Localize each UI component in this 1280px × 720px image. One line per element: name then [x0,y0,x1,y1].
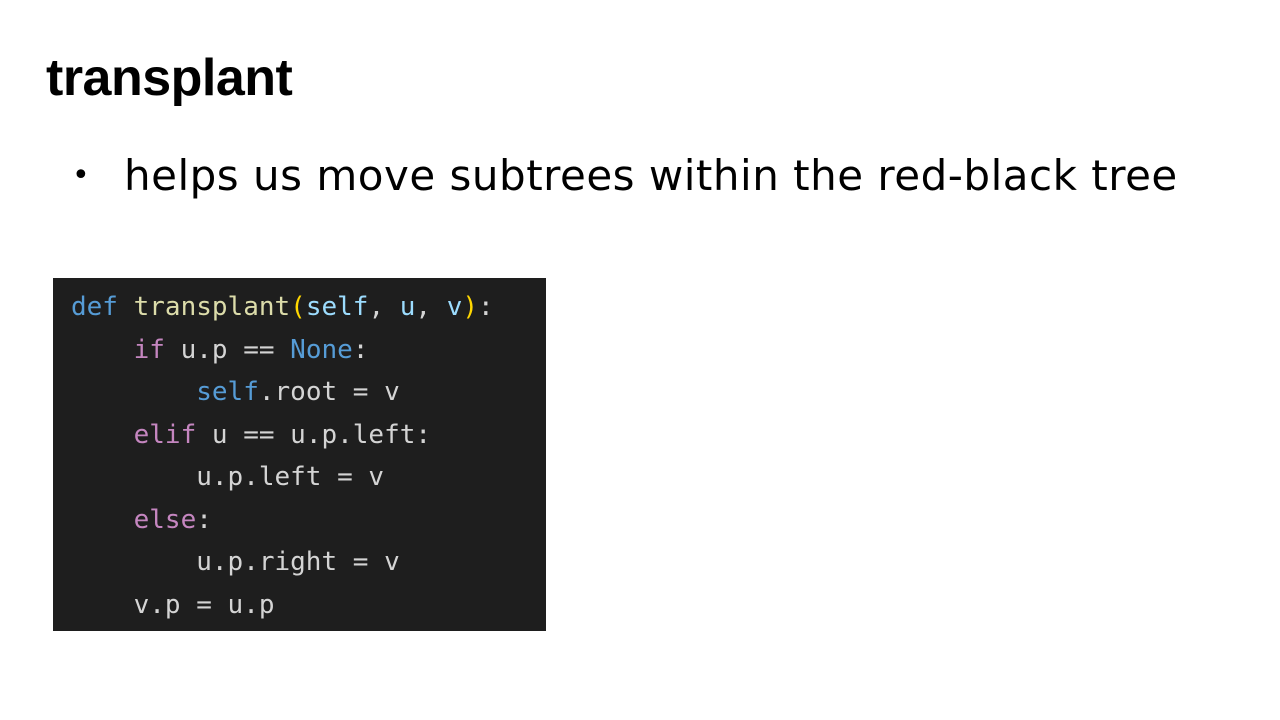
bullet-item: • helps us move subtrees within the red-… [72,144,1178,208]
code-token: u.p.left = v [196,462,385,492]
code-token: v [446,292,463,322]
code-line: else: [71,499,546,542]
bullet-dot-icon: • [72,158,91,193]
code-token: u == u.p.left: [196,419,432,450]
code-token: elif [133,419,197,450]
bullet-text: helps us move subtrees within the red-bl… [124,151,1178,200]
code-line: elif u == u.p.left: [71,414,546,457]
code-line: def transplant(self, u, v): [71,286,546,329]
code-token: v.p = u.p [133,589,275,620]
code-token: if [133,334,165,365]
slide: transplant • helps us move subtrees with… [0,0,1280,720]
code-token: : [196,504,212,535]
code-token: else [133,504,197,535]
code-token: def [71,292,118,322]
code-line: v.p = u.p [71,584,546,627]
code-token: ( [290,292,306,322]
code-token: , [415,292,447,322]
code-token: : [352,334,369,365]
code-token: .root = v [258,377,400,407]
code-token: ) [462,292,479,322]
code-snippet: def transplant(self, u, v): if u.p == No… [53,278,546,631]
code-token: u [399,292,416,322]
code-token: self [196,377,259,407]
code-token: None [290,334,353,365]
code-line: u.p.left = v [71,456,546,499]
code-line: u.p.right = v [71,541,546,584]
code-token: , [368,292,400,322]
code-token: transplant [133,292,291,322]
slide-title: transplant [46,49,293,107]
code-line: if u.p == None: [71,329,546,372]
code-token: self [305,292,369,322]
code-token: u.p.right = v [196,547,400,577]
code-token: u.p == [164,334,291,365]
code-token: : [478,292,494,322]
code-line: self.root = v [71,371,546,414]
